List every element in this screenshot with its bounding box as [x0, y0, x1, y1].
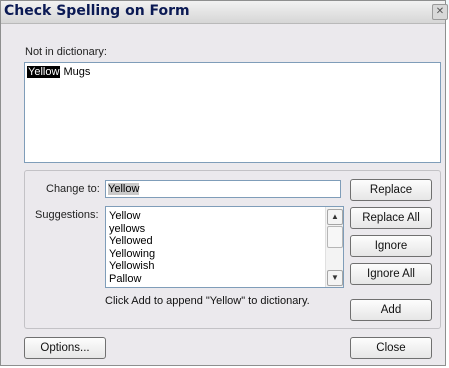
- context-text: Mugs: [60, 66, 91, 78]
- change-to-label: Change to:: [46, 183, 100, 195]
- dialog-title: Check Spelling on Form: [4, 3, 190, 19]
- add-button[interactable]: Add: [350, 299, 432, 321]
- options-button[interactable]: Options...: [24, 337, 106, 359]
- suggestion-item[interactable]: Yellow: [109, 210, 155, 223]
- suggestion-item[interactable]: Yellowed: [109, 235, 155, 248]
- ignore-all-button[interactable]: Ignore All: [350, 263, 432, 285]
- suggestion-item[interactable]: Yellowish: [109, 260, 155, 273]
- close-button[interactable]: Close: [350, 337, 432, 359]
- replace-all-button[interactable]: Replace All: [350, 207, 432, 229]
- suggestions-scrollbar[interactable]: ▲ ▼: [325, 207, 343, 287]
- suggestions-list[interactable]: Yellow yellows Yellowed Yellowing Yellowish P…: [105, 206, 344, 288]
- change-to-value: Yellow: [108, 183, 140, 195]
- spell-check-dialog: Check Spelling on Form ✕ Not in dictiona…: [0, 0, 448, 366]
- title-bar[interactable]: Check Spelling on Form ✕: [1, 1, 448, 24]
- chevron-up-icon[interactable]: ▲: [327, 209, 343, 225]
- not-in-dictionary-text[interactable]: Yellow Mugs: [24, 62, 441, 163]
- suggestions-label: Suggestions:: [35, 209, 99, 221]
- suggestion-item[interactable]: Yellowing: [109, 248, 155, 261]
- scroll-thumb[interactable]: [327, 226, 343, 248]
- change-to-field[interactable]: Yellow: [105, 180, 341, 198]
- not-in-dictionary-label: Not in dictionary:: [25, 46, 107, 58]
- replace-button[interactable]: Replace: [350, 179, 432, 201]
- suggestion-item[interactable]: yellows: [109, 223, 155, 236]
- ignore-button[interactable]: Ignore: [350, 235, 432, 257]
- flagged-word: Yellow: [27, 66, 61, 78]
- add-hint-text: Click Add to append "Yellow" to dictiona…: [105, 295, 310, 307]
- chevron-down-icon[interactable]: ▼: [327, 270, 343, 286]
- close-icon[interactable]: ✕: [432, 4, 448, 20]
- suggestion-item[interactable]: Pallow: [109, 273, 155, 286]
- suggestions-items: Yellow yellows Yellowed Yellowing Yellowish P…: [109, 210, 155, 286]
